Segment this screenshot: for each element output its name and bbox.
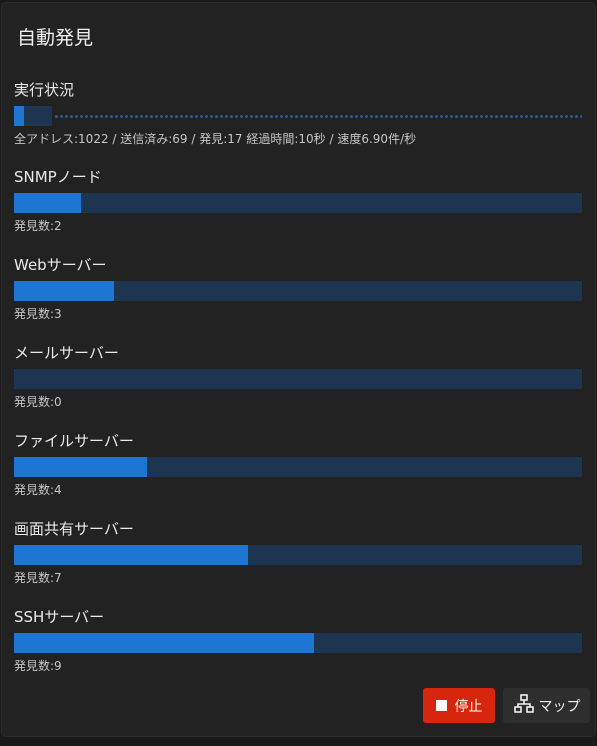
category-label: SNMPノード (14, 168, 102, 186)
category-count: 発見数:7 (14, 571, 62, 585)
category-bar-fill (14, 281, 114, 301)
network-map-icon (513, 693, 535, 719)
category-label: メールサーバー (14, 344, 119, 362)
category-count: 発見数:4 (14, 483, 62, 497)
category-bar (14, 633, 582, 653)
map-button[interactable]: マップ (503, 688, 590, 723)
category-label: 画面共有サーバー (14, 520, 134, 538)
progress-bar (14, 106, 582, 126)
category-bar (14, 457, 582, 477)
category-bar-fill (14, 193, 82, 213)
category-count: 発見数:2 (14, 219, 62, 233)
progress-dotted-track (54, 115, 582, 118)
category-mail: メールサーバー 発見数:0 (14, 343, 582, 410)
category-snmp: SNMPノード 発見数:2 (14, 167, 582, 234)
category-ssh: SSHサーバー 発見数:9 (14, 607, 582, 674)
category-screen-share: 画面共有サーバー 発見数:7 (14, 519, 582, 586)
category-file: ファイルサーバー 発見数:4 (14, 431, 582, 498)
category-bar-fill (14, 457, 148, 477)
category-bar-fill (14, 633, 315, 653)
progress-fill (14, 106, 24, 126)
category-bar (14, 193, 582, 213)
map-button-label: マップ (538, 698, 581, 715)
stop-square-icon (435, 700, 447, 711)
category-label: Webサーバー (14, 256, 107, 274)
category-count: 発見数:0 (14, 395, 62, 409)
category-count: 発見数:3 (14, 307, 62, 321)
progress-label: 実行状況 (14, 81, 75, 99)
stop-button-label: 停止 (454, 698, 483, 715)
category-bar (14, 369, 582, 389)
category-label: ファイルサーバー (14, 432, 134, 450)
stop-button[interactable]: 停止 (423, 688, 495, 723)
progress-section: 実行状況 全アドレス:1022 / 送信済み:69 / 発見:17 経過時間:1… (14, 80, 582, 147)
category-bar (14, 545, 582, 565)
category-count: 発見数:9 (14, 659, 62, 673)
progress-stats: 全アドレス:1022 / 送信済み:69 / 発見:17 経過時間:10秒 / … (14, 132, 417, 146)
category-bar-fill (14, 545, 249, 565)
category-web: Webサーバー 発見数:3 (14, 255, 582, 322)
category-bar (14, 281, 582, 301)
dialog-title: 自動発見 (17, 27, 94, 49)
category-label: SSHサーバー (14, 608, 105, 626)
